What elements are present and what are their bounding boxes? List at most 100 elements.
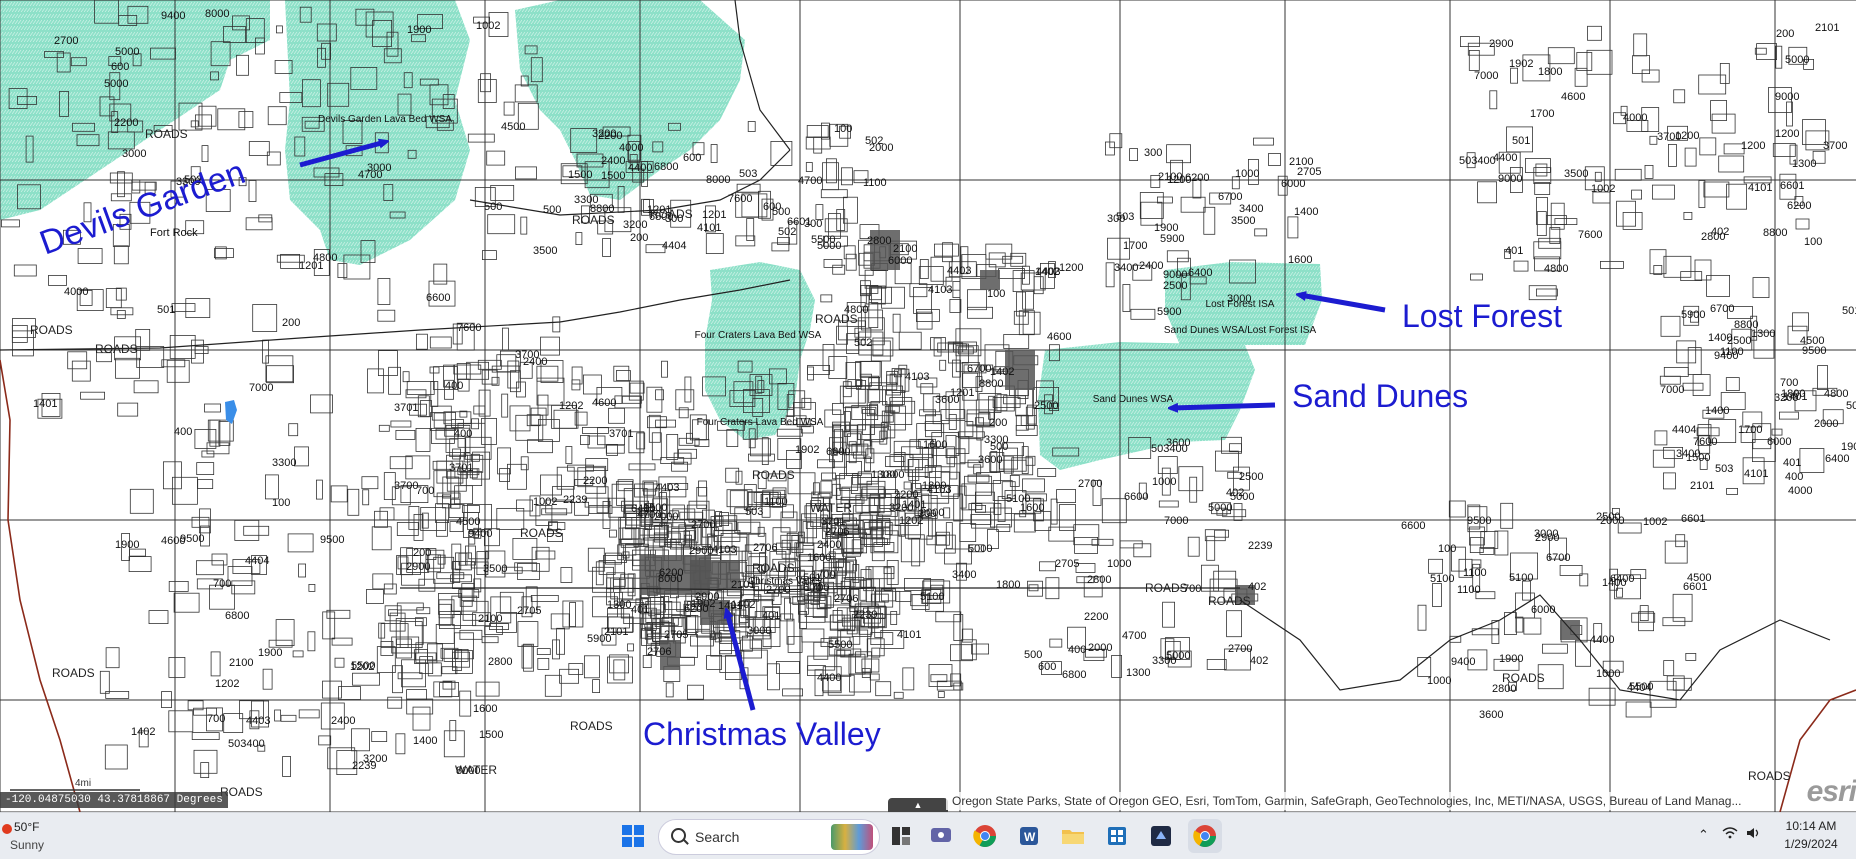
parcel-outline [750, 438, 771, 457]
parcel-number: 501 [157, 304, 175, 316]
parcel-number: 6400 [1188, 267, 1212, 279]
parcel-outline [1694, 259, 1712, 281]
word-icon[interactable]: W [1012, 819, 1046, 853]
system-clock[interactable]: 10:14 AM 1/29/2024 [1768, 817, 1854, 853]
parcel-outline [161, 359, 186, 368]
parcel-outline [832, 402, 844, 415]
parcel-number: 600 [111, 61, 129, 73]
parcel-outline [1129, 148, 1138, 162]
parcel-number: 3700 [1823, 140, 1847, 152]
parcel-outline [477, 359, 502, 370]
parcel-outline [1523, 617, 1542, 635]
parcel-outline [310, 394, 333, 414]
parcel-outline [928, 664, 953, 687]
volume-icon[interactable] [1746, 827, 1762, 842]
widgets-icon[interactable] [884, 819, 918, 853]
parcel-outline [698, 480, 707, 497]
parcel-number: 4500 [456, 516, 480, 528]
parcel-number: 2900 [406, 561, 430, 573]
parcel-number: 500 [1024, 649, 1042, 661]
weather-widget[interactable]: 50°F Sunny [2, 816, 132, 856]
parcel-number: 2100 [1289, 156, 1313, 168]
parcel-number: 3200 [623, 219, 647, 231]
parcel-outline [1588, 687, 1616, 706]
parcel-number: 2800 [1701, 231, 1725, 243]
parcel-outline [556, 627, 565, 655]
task-view-icon[interactable] [924, 819, 958, 853]
chrome-active-icon[interactable] [1188, 819, 1222, 853]
parcel-outline [805, 162, 813, 172]
parcel-outline [715, 591, 743, 599]
calculator-icon[interactable] [1100, 819, 1134, 853]
parcel-outline [1703, 181, 1730, 198]
parcel-outline [315, 479, 323, 500]
parcel-number: 6600 [1401, 520, 1425, 532]
parcel-outline [275, 619, 295, 646]
parcel-number: 5000 [1785, 54, 1809, 66]
parcel-number: 3400 [952, 569, 976, 581]
parcel-outline [655, 419, 676, 428]
parcel-outline [898, 331, 922, 350]
wsa-label-devils-garden: Devils Garden Lava Bed WSA [318, 114, 452, 125]
parcel-outline [960, 639, 977, 661]
start-icon[interactable] [616, 819, 650, 853]
parcel-outline [628, 463, 656, 471]
parcel-number: 1402 [1035, 266, 1059, 278]
parcel-outline [501, 393, 509, 418]
parcel-outline [1022, 478, 1045, 493]
parcel-outline [236, 54, 249, 76]
parcel-outline [1638, 611, 1654, 632]
parcel-number: 1600 [807, 552, 831, 564]
parcel-number: 1401 [718, 600, 742, 612]
road-label: ROADS [30, 323, 73, 337]
parcel-outline [937, 691, 945, 698]
parcel-outline [1633, 33, 1648, 57]
parcel-outline [602, 238, 611, 257]
parcel-outline [1649, 680, 1677, 708]
parcel-outline [1489, 90, 1498, 110]
attribution-toggle[interactable]: ▲ [888, 798, 948, 812]
chrome-icon[interactable] [968, 819, 1002, 853]
parcel-number: 6700 [1218, 191, 1242, 203]
parcel-outline [294, 446, 309, 467]
parcel-outline [377, 309, 396, 322]
parcel-outline [210, 651, 221, 677]
app-icon[interactable] [1144, 819, 1178, 853]
parcel-outline [650, 596, 664, 619]
parcel-outline [845, 253, 857, 271]
parcel-number: 8000 [658, 573, 682, 585]
parcel-number: 503 [739, 168, 757, 180]
parcel-number: 2700 [1078, 478, 1102, 490]
parcel-outline [584, 655, 600, 679]
parcel-outline [1513, 260, 1529, 272]
parcel-outline [678, 448, 697, 459]
parcel-outline [148, 610, 169, 624]
parcel-outline [742, 635, 753, 652]
map-canvas[interactable]: 200 300 100 400 600 700 500 1000 1100 1200 1300 140… [0, 0, 1856, 812]
parcel-number: 3700 [515, 349, 539, 361]
parcel-outline [405, 389, 427, 399]
parcel-outline [832, 264, 846, 275]
parcel-outline [520, 216, 528, 235]
parcel-outline [171, 476, 198, 505]
parcel-number: 3400 [1114, 262, 1138, 274]
parcel-number: 9400 [161, 10, 185, 22]
file-explorer-icon[interactable] [1056, 819, 1090, 853]
parcel-outline [133, 380, 159, 394]
parcel-number: 1402 [131, 726, 155, 738]
parcel-number: 1700 [1123, 240, 1147, 252]
parcel-outline [1287, 216, 1299, 239]
wifi-icon[interactable] [1722, 827, 1738, 842]
parcel-outline [605, 444, 625, 454]
parcel-outline [1659, 375, 1681, 385]
parcel-number: 1902 [691, 598, 715, 610]
taskbar-search[interactable]: Search [658, 819, 880, 855]
road-label: ROADS [1502, 671, 1545, 685]
parcel-outline [861, 406, 877, 414]
map-viewport[interactable]: 200 300 100 400 600 700 500 1000 1100 1200 1300 140… [0, 0, 1856, 812]
chevron-up-icon[interactable]: ⌃ [1698, 827, 1709, 843]
parcel-number: 2000 [869, 142, 893, 154]
parcel-outline [459, 629, 483, 640]
parcel-outline [571, 366, 583, 385]
parcel-outline [647, 416, 667, 429]
